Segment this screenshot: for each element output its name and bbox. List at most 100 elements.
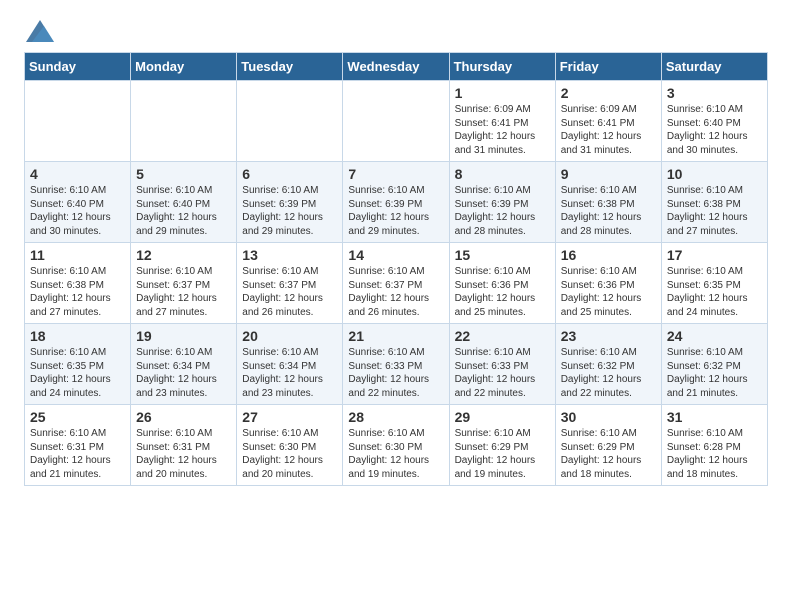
day-number: 19 xyxy=(136,328,231,344)
day-info: Sunrise: 6:10 AM Sunset: 6:39 PM Dayligh… xyxy=(455,184,550,238)
day-info: Sunrise: 6:10 AM Sunset: 6:30 PM Dayligh… xyxy=(242,427,337,481)
week-row-5: 25 Sunrise: 6:10 AM Sunset: 6:31 PM Dayli… xyxy=(25,405,768,486)
day-number: 18 xyxy=(30,328,125,344)
weekday-header-monday: Monday xyxy=(131,53,237,81)
day-info: Sunrise: 6:10 AM Sunset: 6:29 PM Dayligh… xyxy=(561,427,656,481)
day-info: Sunrise: 6:10 AM Sunset: 6:40 PM Dayligh… xyxy=(667,103,762,157)
day-info: Sunrise: 6:10 AM Sunset: 6:38 PM Dayligh… xyxy=(30,265,125,319)
calendar-cell: 14 Sunrise: 6:10 AM Sunset: 6:37 PM Dayli… xyxy=(343,243,449,324)
day-number: 6 xyxy=(242,166,337,182)
day-number: 22 xyxy=(455,328,550,344)
day-info: Sunrise: 6:10 AM Sunset: 6:37 PM Dayligh… xyxy=(242,265,337,319)
day-info: Sunrise: 6:10 AM Sunset: 6:32 PM Dayligh… xyxy=(667,346,762,400)
calendar-cell: 28 Sunrise: 6:10 AM Sunset: 6:30 PM Dayli… xyxy=(343,405,449,486)
day-number: 16 xyxy=(561,247,656,263)
day-info: Sunrise: 6:10 AM Sunset: 6:34 PM Dayligh… xyxy=(242,346,337,400)
calendar-cell: 26 Sunrise: 6:10 AM Sunset: 6:31 PM Dayli… xyxy=(131,405,237,486)
calendar-cell: 1Sunrise: 6:09 AM Sunset: 6:41 PM Daylig… xyxy=(449,81,555,162)
day-number: 9 xyxy=(561,166,656,182)
calendar-cell: 25 Sunrise: 6:10 AM Sunset: 6:31 PM Dayli… xyxy=(25,405,131,486)
weekday-header-row: SundayMondayTuesdayWednesdayThursdayFrid… xyxy=(25,53,768,81)
day-number: 27 xyxy=(242,409,337,425)
day-info: Sunrise: 6:10 AM Sunset: 6:33 PM Dayligh… xyxy=(455,346,550,400)
calendar-cell: 2Sunrise: 6:09 AM Sunset: 6:41 PM Daylig… xyxy=(555,81,661,162)
day-number: 26 xyxy=(136,409,231,425)
day-info: Sunrise: 6:10 AM Sunset: 6:40 PM Dayligh… xyxy=(136,184,231,238)
calendar-cell: 31Sunrise: 6:10 AM Sunset: 6:28 PM Dayli… xyxy=(661,405,767,486)
calendar-cell: 22 Sunrise: 6:10 AM Sunset: 6:33 PM Dayli… xyxy=(449,324,555,405)
day-info: Sunrise: 6:10 AM Sunset: 6:35 PM Dayligh… xyxy=(30,346,125,400)
day-info: Sunrise: 6:10 AM Sunset: 6:37 PM Dayligh… xyxy=(136,265,231,319)
day-number: 28 xyxy=(348,409,443,425)
weekday-header-saturday: Saturday xyxy=(661,53,767,81)
weekday-header-wednesday: Wednesday xyxy=(343,53,449,81)
day-number: 14 xyxy=(348,247,443,263)
day-number: 8 xyxy=(455,166,550,182)
calendar-cell: 7 Sunrise: 6:10 AM Sunset: 6:39 PM Daylig… xyxy=(343,162,449,243)
logo-icon xyxy=(26,20,54,42)
week-row-2: 4 Sunrise: 6:10 AM Sunset: 6:40 PM Daylig… xyxy=(25,162,768,243)
day-number: 7 xyxy=(348,166,443,182)
day-number: 15 xyxy=(455,247,550,263)
week-row-1: 1Sunrise: 6:09 AM Sunset: 6:41 PM Daylig… xyxy=(25,81,768,162)
day-info: Sunrise: 6:10 AM Sunset: 6:40 PM Dayligh… xyxy=(30,184,125,238)
calendar-cell: 23 Sunrise: 6:10 AM Sunset: 6:32 PM Dayli… xyxy=(555,324,661,405)
logo xyxy=(24,20,54,42)
day-number: 10 xyxy=(667,166,762,182)
calendar-cell: 19Sunrise: 6:10 AM Sunset: 6:34 PM Dayli… xyxy=(131,324,237,405)
day-number: 2 xyxy=(561,85,656,101)
weekday-header-tuesday: Tuesday xyxy=(237,53,343,81)
day-info: Sunrise: 6:10 AM Sunset: 6:39 PM Dayligh… xyxy=(348,184,443,238)
calendar-cell xyxy=(343,81,449,162)
calendar-cell: 12 Sunrise: 6:10 AM Sunset: 6:37 PM Dayli… xyxy=(131,243,237,324)
calendar-cell: 9 Sunrise: 6:10 AM Sunset: 6:38 PM Daylig… xyxy=(555,162,661,243)
day-info: Sunrise: 6:10 AM Sunset: 6:28 PM Dayligh… xyxy=(667,427,762,481)
weekday-header-sunday: Sunday xyxy=(25,53,131,81)
calendar-cell: 16 Sunrise: 6:10 AM Sunset: 6:36 PM Dayli… xyxy=(555,243,661,324)
day-info: Sunrise: 6:10 AM Sunset: 6:32 PM Dayligh… xyxy=(561,346,656,400)
calendar-cell: 29 Sunrise: 6:10 AM Sunset: 6:29 PM Dayli… xyxy=(449,405,555,486)
day-number: 12 xyxy=(136,247,231,263)
calendar-cell: 21Sunrise: 6:10 AM Sunset: 6:33 PM Dayli… xyxy=(343,324,449,405)
calendar-cell xyxy=(131,81,237,162)
day-info: Sunrise: 6:10 AM Sunset: 6:31 PM Dayligh… xyxy=(30,427,125,481)
calendar-cell: 20Sunrise: 6:10 AM Sunset: 6:34 PM Dayli… xyxy=(237,324,343,405)
day-info: Sunrise: 6:10 AM Sunset: 6:37 PM Dayligh… xyxy=(348,265,443,319)
day-info: Sunrise: 6:10 AM Sunset: 6:31 PM Dayligh… xyxy=(136,427,231,481)
day-number: 13 xyxy=(242,247,337,263)
calendar-cell: 3Sunrise: 6:10 AM Sunset: 6:40 PM Daylig… xyxy=(661,81,767,162)
calendar-cell: 13 Sunrise: 6:10 AM Sunset: 6:37 PM Dayli… xyxy=(237,243,343,324)
weekday-header-thursday: Thursday xyxy=(449,53,555,81)
page: SundayMondayTuesdayWednesdayThursdayFrid… xyxy=(0,0,792,506)
day-number: 23 xyxy=(561,328,656,344)
weekday-header-friday: Friday xyxy=(555,53,661,81)
calendar-cell: 11Sunrise: 6:10 AM Sunset: 6:38 PM Dayli… xyxy=(25,243,131,324)
calendar-cell: 6Sunrise: 6:10 AM Sunset: 6:39 PM Daylig… xyxy=(237,162,343,243)
day-number: 30 xyxy=(561,409,656,425)
day-number: 29 xyxy=(455,409,550,425)
day-info: Sunrise: 6:10 AM Sunset: 6:38 PM Dayligh… xyxy=(561,184,656,238)
day-info: Sunrise: 6:10 AM Sunset: 6:36 PM Dayligh… xyxy=(561,265,656,319)
calendar-cell: 30 Sunrise: 6:10 AM Sunset: 6:29 PM Dayli… xyxy=(555,405,661,486)
calendar-cell: 4 Sunrise: 6:10 AM Sunset: 6:40 PM Daylig… xyxy=(25,162,131,243)
day-info: Sunrise: 6:10 AM Sunset: 6:36 PM Dayligh… xyxy=(455,265,550,319)
calendar-cell: 18 Sunrise: 6:10 AM Sunset: 6:35 PM Dayli… xyxy=(25,324,131,405)
day-info: Sunrise: 6:10 AM Sunset: 6:29 PM Dayligh… xyxy=(455,427,550,481)
day-number: 17 xyxy=(667,247,762,263)
calendar-cell: 10Sunrise: 6:10 AM Sunset: 6:38 PM Dayli… xyxy=(661,162,767,243)
calendar-cell: 17 Sunrise: 6:10 AM Sunset: 6:35 PM Dayli… xyxy=(661,243,767,324)
header xyxy=(24,20,768,42)
day-info: Sunrise: 6:10 AM Sunset: 6:30 PM Dayligh… xyxy=(348,427,443,481)
calendar-cell xyxy=(25,81,131,162)
day-number: 24 xyxy=(667,328,762,344)
day-number: 4 xyxy=(30,166,125,182)
day-number: 25 xyxy=(30,409,125,425)
calendar-cell: 27 Sunrise: 6:10 AM Sunset: 6:30 PM Dayli… xyxy=(237,405,343,486)
calendar-cell: 8 Sunrise: 6:10 AM Sunset: 6:39 PM Daylig… xyxy=(449,162,555,243)
week-row-4: 18 Sunrise: 6:10 AM Sunset: 6:35 PM Dayli… xyxy=(25,324,768,405)
week-row-3: 11Sunrise: 6:10 AM Sunset: 6:38 PM Dayli… xyxy=(25,243,768,324)
day-info: Sunrise: 6:10 AM Sunset: 6:35 PM Dayligh… xyxy=(667,265,762,319)
day-info: Sunrise: 6:10 AM Sunset: 6:33 PM Dayligh… xyxy=(348,346,443,400)
calendar-cell: 5Sunrise: 6:10 AM Sunset: 6:40 PM Daylig… xyxy=(131,162,237,243)
day-info: Sunrise: 6:09 AM Sunset: 6:41 PM Dayligh… xyxy=(455,103,550,157)
